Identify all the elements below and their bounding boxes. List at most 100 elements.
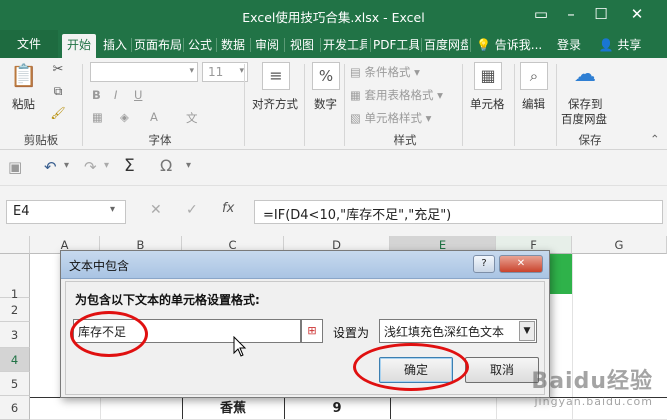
omega-icon[interactable]: Ω	[160, 156, 172, 175]
save-icon[interactable]: ▣	[8, 158, 22, 176]
table-format-label: 套用表格格式	[364, 88, 434, 102]
tell-me-search[interactable]: 💡 告诉我...	[476, 34, 546, 58]
tab-insert[interactable]: 插入	[100, 34, 130, 58]
cell-style-label: 单元格样式	[364, 111, 423, 125]
cut-icon[interactable]: ✂	[50, 62, 66, 77]
set-as-label: 设置为	[333, 326, 370, 340]
number-label[interactable]: 数字	[314, 96, 337, 112]
format-painter-icon[interactable]: 🖌	[50, 106, 66, 120]
format-select[interactable]: 浅红填充色深红色文本	[379, 319, 537, 343]
search-icon[interactable]: ⌕	[520, 62, 548, 90]
phonetic-button[interactable]: 文	[186, 110, 198, 126]
bold-button[interactable]: B	[92, 88, 101, 102]
cell-style-button[interactable]: ▧ 单元格样式 ▾	[350, 110, 431, 126]
edit-label[interactable]: 编辑	[522, 96, 545, 112]
copy-icon[interactable]: ⧉	[50, 84, 66, 99]
row-header-5[interactable]: 5	[0, 372, 30, 396]
insert-function-icon[interactable]: fx	[222, 201, 234, 216]
baidu-netdisk-icon[interactable]: ☁	[570, 62, 600, 90]
maximize-button[interactable]: ☐	[588, 4, 614, 24]
annotation-circle-ok	[353, 343, 469, 391]
cell-d6[interactable]: 9	[284, 398, 390, 420]
align-icon[interactable]: ≡	[262, 62, 290, 90]
collapse-ribbon-icon[interactable]: ⌃	[650, 132, 660, 146]
select-all-corner[interactable]	[0, 236, 30, 254]
mouse-cursor-icon	[233, 336, 247, 357]
login-button[interactable]: 登录	[552, 34, 586, 58]
dialog-close-button[interactable]: ✕	[499, 255, 543, 273]
tab-view[interactable]: 视图	[287, 34, 317, 58]
undo-dropdown-icon[interactable]: ▾	[64, 160, 69, 171]
ribbon-display-button[interactable]: ▭	[528, 4, 554, 24]
cond-format-button[interactable]: ▤ 条件格式 ▾	[350, 64, 420, 80]
tab-review[interactable]: 审阅	[253, 34, 281, 58]
cancel-formula-icon[interactable]: ✕	[150, 202, 162, 218]
underline-button[interactable]: U	[134, 88, 142, 102]
cells-label[interactable]: 单元格	[470, 96, 505, 112]
font-name-combo[interactable]: ▾	[90, 62, 198, 82]
annotation-circle-input	[70, 311, 148, 357]
undo-icon[interactable]: ↶	[44, 158, 57, 176]
border-button[interactable]: ▦	[92, 110, 103, 124]
minimize-button[interactable]: –	[558, 4, 584, 24]
row-header-2[interactable]: 2	[0, 298, 30, 322]
cell-c6[interactable]: 香蕉	[182, 398, 284, 420]
clipboard-group-label: 剪贴板	[23, 133, 59, 147]
paste-icon[interactable]: 📋	[10, 64, 38, 92]
save-group-label: 保存	[578, 133, 602, 147]
cancel-button[interactable]: 取消	[465, 357, 539, 383]
sum-icon[interactable]: Σ	[124, 156, 135, 176]
format-select-value: 浅红填充色深红色文本	[384, 325, 505, 339]
font-size-combo[interactable]: 11 ▾	[202, 62, 248, 82]
font-color-button[interactable]: A	[150, 110, 158, 124]
title-bar: Excel使用技巧合集.xlsx - Excel ▭ – ☐ ✕	[0, 0, 667, 30]
table-format-button[interactable]: ▦ 套用表格格式 ▾	[350, 87, 443, 103]
tab-home[interactable]: 开始	[62, 34, 96, 58]
align-label[interactable]: 对齐方式	[252, 96, 298, 112]
row-header-6[interactable]: 6	[0, 396, 30, 420]
watermark-main: Baidu经验	[531, 369, 653, 394]
paste-label[interactable]: 粘贴	[12, 96, 35, 112]
name-box-dropdown-icon[interactable]: ▾	[110, 204, 115, 215]
fill-color-button[interactable]: ◈	[120, 110, 129, 124]
tab-baidu-netdisk[interactable]: 百度网盘	[424, 34, 468, 58]
style-group-label: 样式	[393, 133, 417, 147]
formula-input[interactable]: =IF(D4<10,"库存不足","充足")	[254, 200, 663, 224]
cells-icon[interactable]: ▦	[474, 62, 502, 90]
range-select-icon[interactable]: ⊞	[301, 319, 323, 343]
name-box[interactable]: E4	[6, 200, 126, 224]
row-header-1[interactable]: 1	[0, 254, 30, 301]
percent-icon[interactable]: %	[312, 62, 340, 90]
quick-access-toolbar: ▣ ↶ ▾ ↷ ▾ Σ Ω ▾	[0, 150, 667, 186]
customize-toolbar-icon[interactable]: ▾	[186, 160, 191, 171]
formula-bar: E4 ▾ ✕ ✓ fx =IF(D4<10,"库存不足","充足")	[0, 186, 667, 236]
column-header-g[interactable]: G	[572, 236, 667, 254]
redo-dropdown-icon[interactable]: ▾	[104, 160, 109, 171]
user-icon: 👤	[598, 38, 614, 52]
tab-file[interactable]: 文件	[0, 30, 58, 58]
italic-button[interactable]: I	[114, 88, 117, 102]
share-label: 共享	[617, 38, 642, 52]
tab-pdf-tools[interactable]: PDF工具	[373, 34, 419, 58]
lightbulb-icon: 💡	[476, 38, 491, 52]
tab-formulas[interactable]: 公式	[186, 34, 214, 58]
tab-developer[interactable]: 开发工具	[323, 34, 367, 58]
row-header-4[interactable]: 4	[0, 348, 30, 372]
confirm-formula-icon[interactable]: ✓	[186, 202, 198, 218]
tab-data[interactable]: 数据	[219, 34, 247, 58]
row-header-3[interactable]: 3	[0, 322, 30, 348]
tab-page-layout[interactable]: 页面布局	[134, 34, 182, 58]
format-dropdown-icon[interactable]: ▼	[519, 321, 535, 341]
share-button[interactable]: 👤 共享	[592, 34, 648, 58]
close-button[interactable]: ✕	[624, 4, 650, 24]
ribbon-tabs: 文件 开始 插入 页面布局 公式 数据 审阅 视图 开发工具 PDF工具 百度网…	[0, 30, 667, 58]
dialog-instruction: 为包含以下文本的单元格设置格式:	[75, 293, 260, 307]
baidu-jingyan-watermark: Baidu经验 jingyan.baidu.com	[531, 363, 653, 408]
tell-me-label: 告诉我...	[494, 38, 543, 52]
save-baidu-label-2[interactable]: 百度网盘	[561, 111, 607, 127]
redo-icon[interactable]: ↷	[84, 158, 97, 176]
dialog-title: 文本中包含	[69, 259, 130, 273]
save-baidu-label-1[interactable]: 保存到	[568, 96, 603, 112]
dialog-help-button[interactable]: ?	[473, 255, 495, 273]
cond-format-label: 条件格式	[364, 65, 411, 79]
